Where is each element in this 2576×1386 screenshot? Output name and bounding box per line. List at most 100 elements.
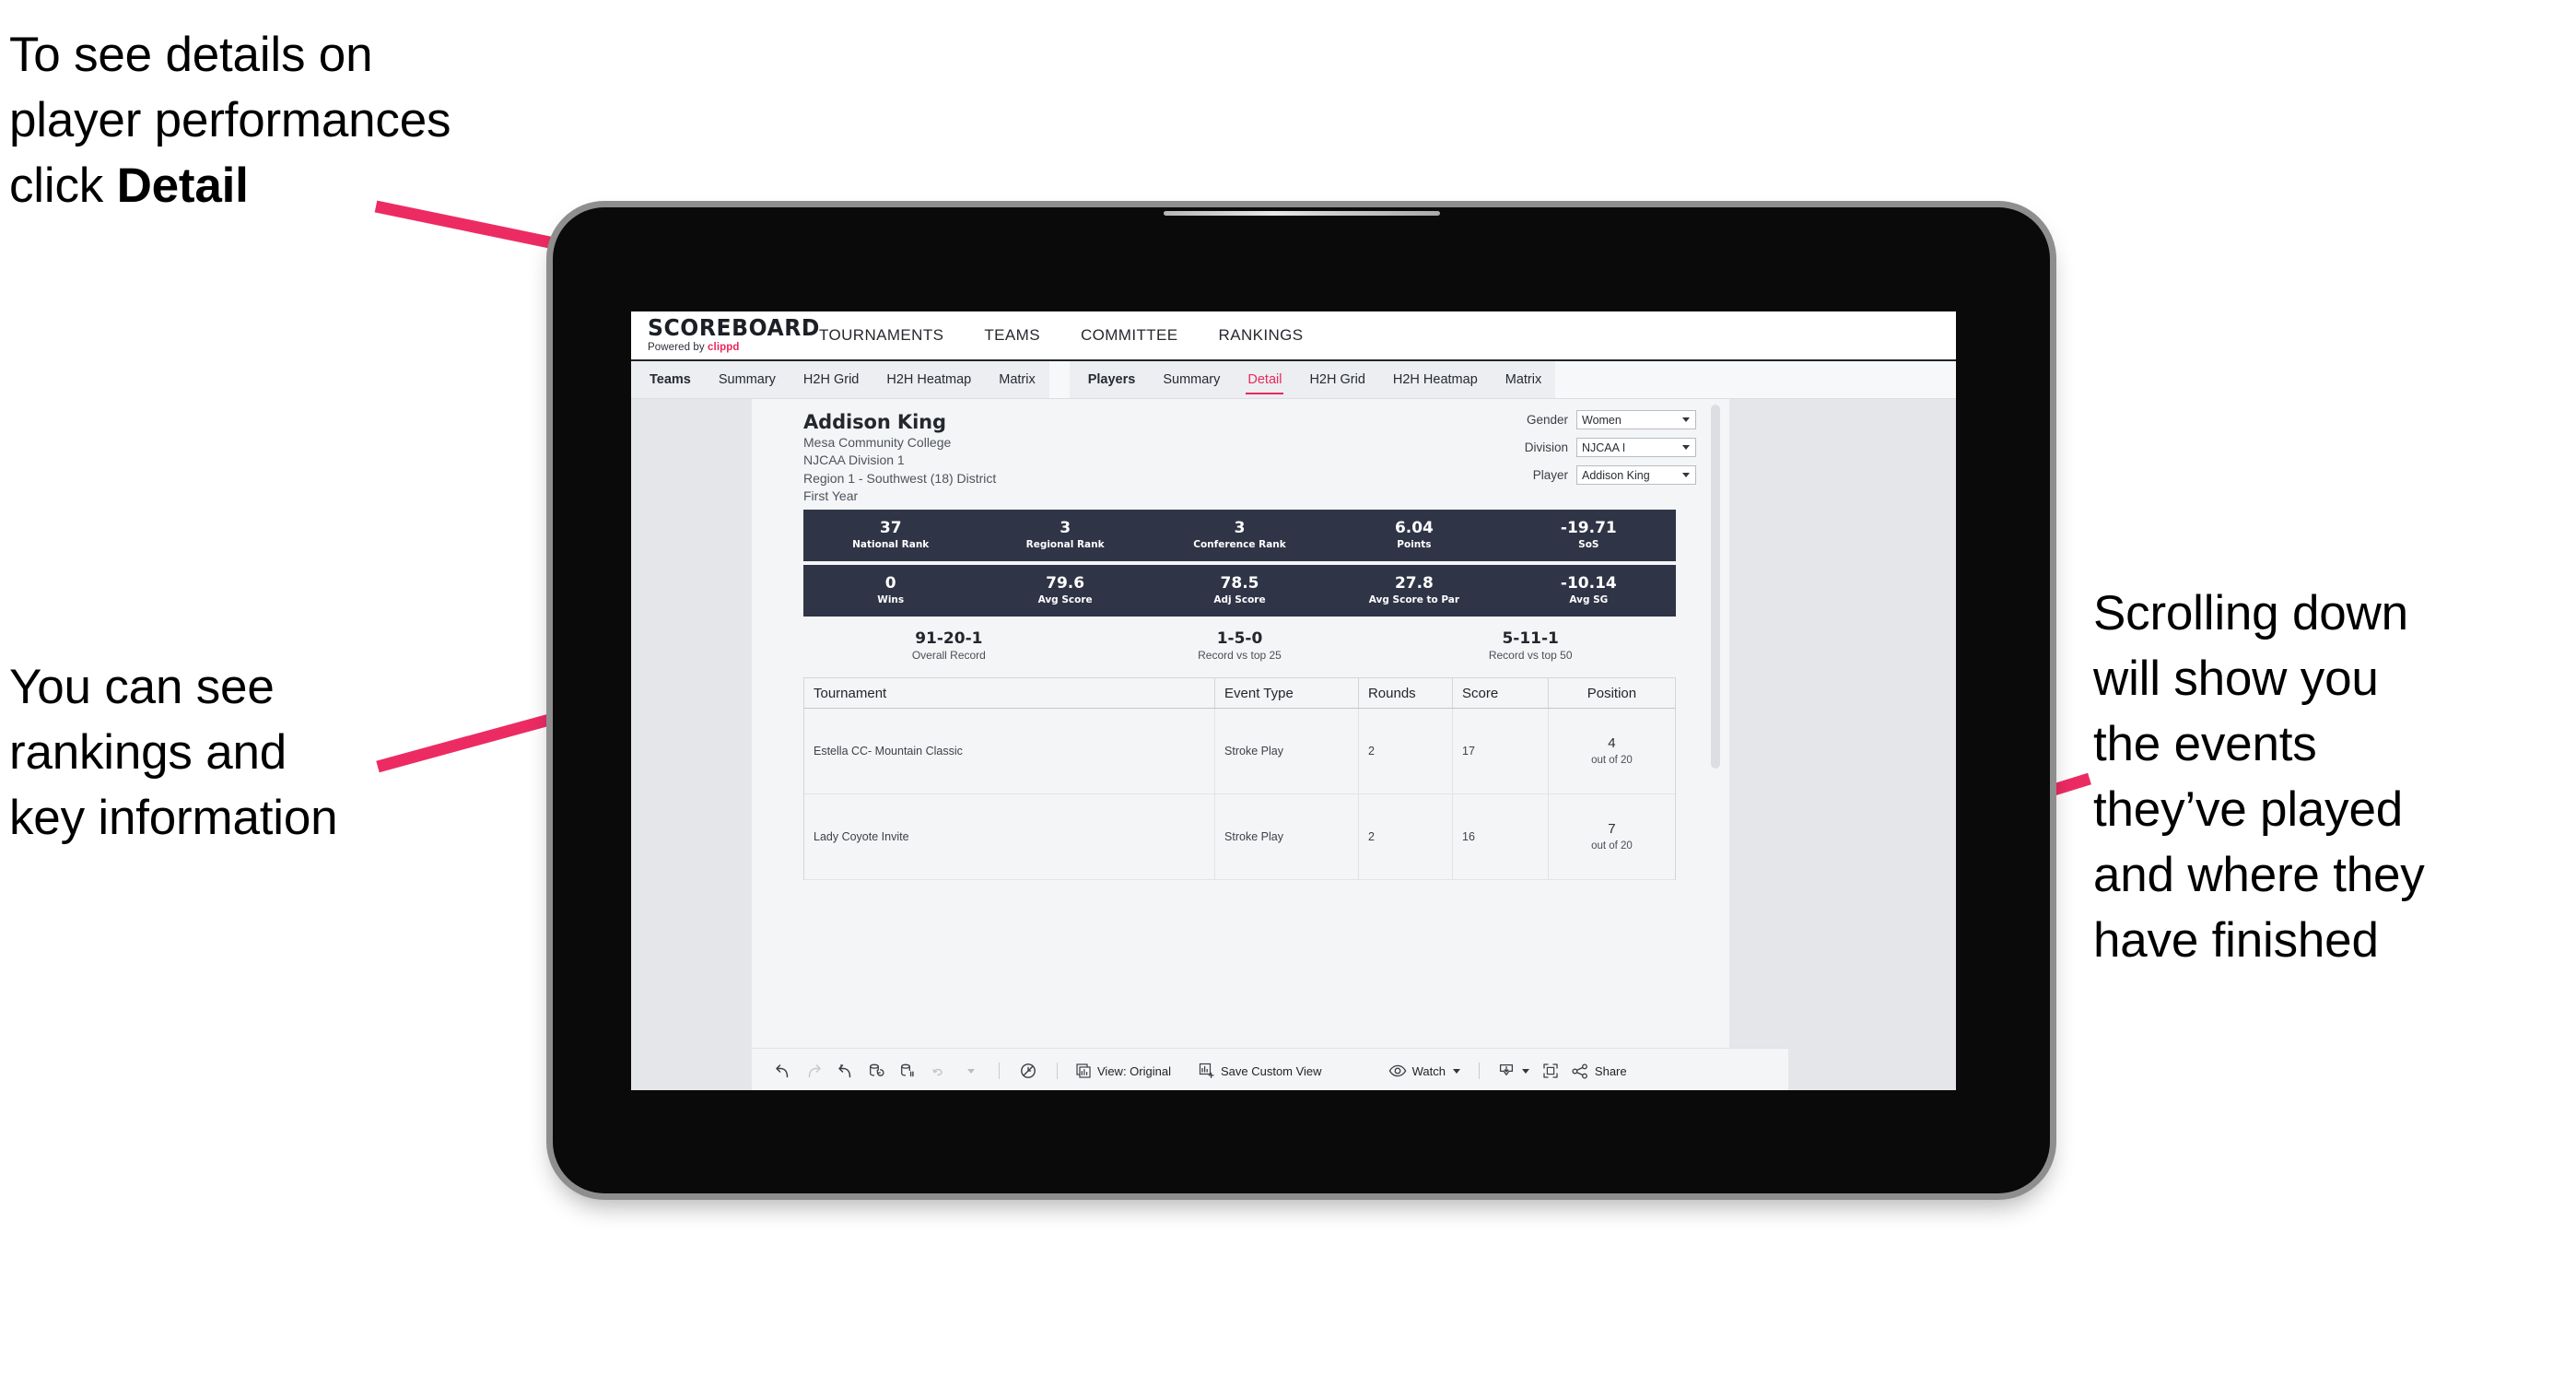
share-button[interactable]: Share xyxy=(1566,1063,1633,1079)
stats-bar-scoring: 0 Wins 79.6 Avg Score 78.5 Adj Score 27.… xyxy=(803,564,1676,617)
sub-tab-bar: Teams Summary H2H Grid H2H Heatmap Matri… xyxy=(631,361,1956,399)
fullscreen-icon[interactable] xyxy=(1535,1057,1566,1085)
stat-avg-score-to-par: 27.8 Avg Score to Par xyxy=(1327,573,1501,606)
division-filter-label: Division xyxy=(1524,440,1568,454)
record-vs-top-25: 1-5-0 Record vs top 25 xyxy=(1095,629,1386,662)
column-header-rounds[interactable]: Rounds xyxy=(1359,678,1453,709)
annotation-scrolling-note: Scrolling down will show you the events … xyxy=(2093,586,2425,969)
refresh-data-source-icon[interactable] xyxy=(861,1057,892,1085)
tab-teams-matrix[interactable]: Matrix xyxy=(985,361,1048,398)
tab-players-summary[interactable]: Summary xyxy=(1149,361,1234,398)
tab-players-detail[interactable]: Detail xyxy=(1234,361,1295,398)
player-filter-select[interactable]: Addison King xyxy=(1576,465,1696,485)
record-label: Record vs top 25 xyxy=(1198,649,1282,663)
eye-icon xyxy=(1388,1064,1406,1077)
player-filter-label: Player xyxy=(1532,468,1568,482)
records-row: 91-20-1 Overall Record 1-5-0 Record vs t… xyxy=(803,629,1676,671)
stat-label: Adj Score xyxy=(1213,594,1266,606)
stat-regional-rank: 3 Regional Rank xyxy=(978,518,1152,551)
nav-item-teams[interactable]: TEAMS xyxy=(964,311,1060,359)
tab-teams-h2h-heatmap[interactable]: H2H Heatmap xyxy=(872,361,985,398)
brand-logo[interactable]: SCOREBOARD Powered by clippd xyxy=(631,311,820,359)
column-header-position[interactable]: Position xyxy=(1549,678,1675,708)
stat-avg-sg: -10.14 Avg SG xyxy=(1502,574,1676,606)
gender-filter-select[interactable]: Women xyxy=(1576,410,1696,429)
pause-auto-update-icon[interactable] xyxy=(923,1057,954,1085)
pause-updates-clock-icon[interactable] xyxy=(1013,1057,1044,1085)
cell-event-type: Stroke Play xyxy=(1215,709,1359,794)
share-label: Share xyxy=(1594,1063,1627,1078)
tablet-camera-strip xyxy=(1163,211,1440,216)
stat-label: Points xyxy=(1397,539,1432,551)
cell-rounds: 2 xyxy=(1359,794,1453,880)
stat-avg-score: 79.6 Avg Score xyxy=(978,574,1152,606)
player-filter-value: Addison King xyxy=(1582,468,1650,482)
column-header-score[interactable]: Score xyxy=(1453,678,1549,709)
stat-sos: -19.71 SoS xyxy=(1502,518,1676,551)
stat-label: Conference Rank xyxy=(1193,539,1286,551)
tab-group-divider xyxy=(1049,361,1070,398)
tab-players-h2h-grid[interactable]: H2H Grid xyxy=(1295,361,1378,398)
tablet-screen: SCOREBOARD Powered by clippd TOURNAMENTS… xyxy=(631,311,1956,1090)
stat-value: 78.5 xyxy=(1220,573,1259,593)
gender-filter-label: Gender xyxy=(1526,413,1568,427)
tab-players[interactable]: Players xyxy=(1070,361,1150,398)
filter-row-division: Division NJCAA I xyxy=(1480,438,1696,457)
stat-value: 3 xyxy=(1060,518,1071,537)
tab-teams-h2h-grid[interactable]: H2H Grid xyxy=(790,361,872,398)
column-header-tournament[interactable]: Tournament xyxy=(804,678,1216,709)
cell-score: 16 xyxy=(1453,794,1549,880)
position-number: 7 xyxy=(1608,821,1616,838)
annotation-detail-bold: Detail xyxy=(116,159,249,214)
gender-filter-value: Women xyxy=(1582,413,1622,427)
division-filter-select[interactable]: NJCAA I xyxy=(1576,438,1696,457)
tab-teams[interactable]: Teams xyxy=(631,361,705,398)
stat-value: -19.71 xyxy=(1560,518,1617,537)
cell-score: 17 xyxy=(1453,709,1549,794)
stat-label: SoS xyxy=(1578,539,1599,551)
stat-label: National Rank xyxy=(852,539,930,551)
stat-national-rank: 37 National Rank xyxy=(803,519,978,551)
annotation-detail-note: To see details on player performances cl… xyxy=(9,22,617,218)
tab-teams-summary[interactable]: Summary xyxy=(705,361,790,398)
download-button[interactable] xyxy=(1493,1063,1535,1079)
brand-title: SCOREBOARD xyxy=(648,314,820,341)
revert-icon[interactable] xyxy=(829,1057,861,1085)
toolbar-divider xyxy=(1478,1063,1480,1079)
chevron-down-icon[interactable] xyxy=(954,1057,986,1085)
app-header: SCOREBOARD Powered by clippd TOURNAMENTS… xyxy=(631,311,1956,361)
record-vs-top-50: 5-11-1 Record vs top 50 xyxy=(1385,629,1676,662)
toolbar-divider xyxy=(1057,1063,1058,1079)
record-label: Overall Record xyxy=(911,649,986,663)
stat-value: 27.8 xyxy=(1394,573,1434,593)
cell-position: 4 out of 20 xyxy=(1549,709,1675,793)
position-out-of: out of 20 xyxy=(1591,840,1633,852)
clippd-brand: clippd xyxy=(708,342,740,353)
vertical-scrollbar[interactable] xyxy=(1711,405,1720,769)
nav-item-committee[interactable]: COMMITTEE xyxy=(1060,311,1199,359)
tab-players-h2h-heatmap[interactable]: H2H Heatmap xyxy=(1379,361,1492,398)
chevron-down-icon xyxy=(1682,473,1690,477)
pause-data-source-icon[interactable] xyxy=(892,1057,923,1085)
table-row[interactable]: Lady Coyote Invite Stroke Play 2 16 7 ou… xyxy=(804,794,1675,881)
table-header-row: Tournament Event Type Rounds Score Posit… xyxy=(804,678,1675,710)
table-row[interactable]: Estella CC- Mountain Classic Stroke Play… xyxy=(804,709,1675,795)
stat-wins: 0 Wins xyxy=(803,574,978,606)
save-custom-view-button[interactable]: Save Custom View xyxy=(1193,1063,1328,1079)
undo-icon[interactable] xyxy=(767,1057,798,1085)
cell-rounds: 2 xyxy=(1359,709,1453,794)
view-original-button[interactable]: View: Original xyxy=(1071,1063,1177,1079)
powered-prefix: Powered by xyxy=(648,342,708,353)
stat-conference-rank: 3 Conference Rank xyxy=(1153,519,1327,551)
watch-button[interactable]: Watch xyxy=(1383,1064,1466,1078)
brand-powered-by: Powered by clippd xyxy=(648,342,799,353)
tab-players-matrix[interactable]: Matrix xyxy=(1492,361,1555,398)
redo-icon[interactable] xyxy=(798,1057,829,1085)
toolbar-divider xyxy=(999,1063,1000,1079)
nav-item-rankings[interactable]: RANKINGS xyxy=(1199,311,1324,359)
record-label: Record vs top 50 xyxy=(1488,649,1573,663)
nav-item-tournaments[interactable]: TOURNAMENTS xyxy=(799,311,964,359)
stat-label: Avg Score xyxy=(1037,594,1093,606)
bottom-toolbar: View: Original Save Custom View Watch Sh… xyxy=(752,1048,1788,1090)
column-header-event-type[interactable]: Event Type xyxy=(1215,678,1359,709)
